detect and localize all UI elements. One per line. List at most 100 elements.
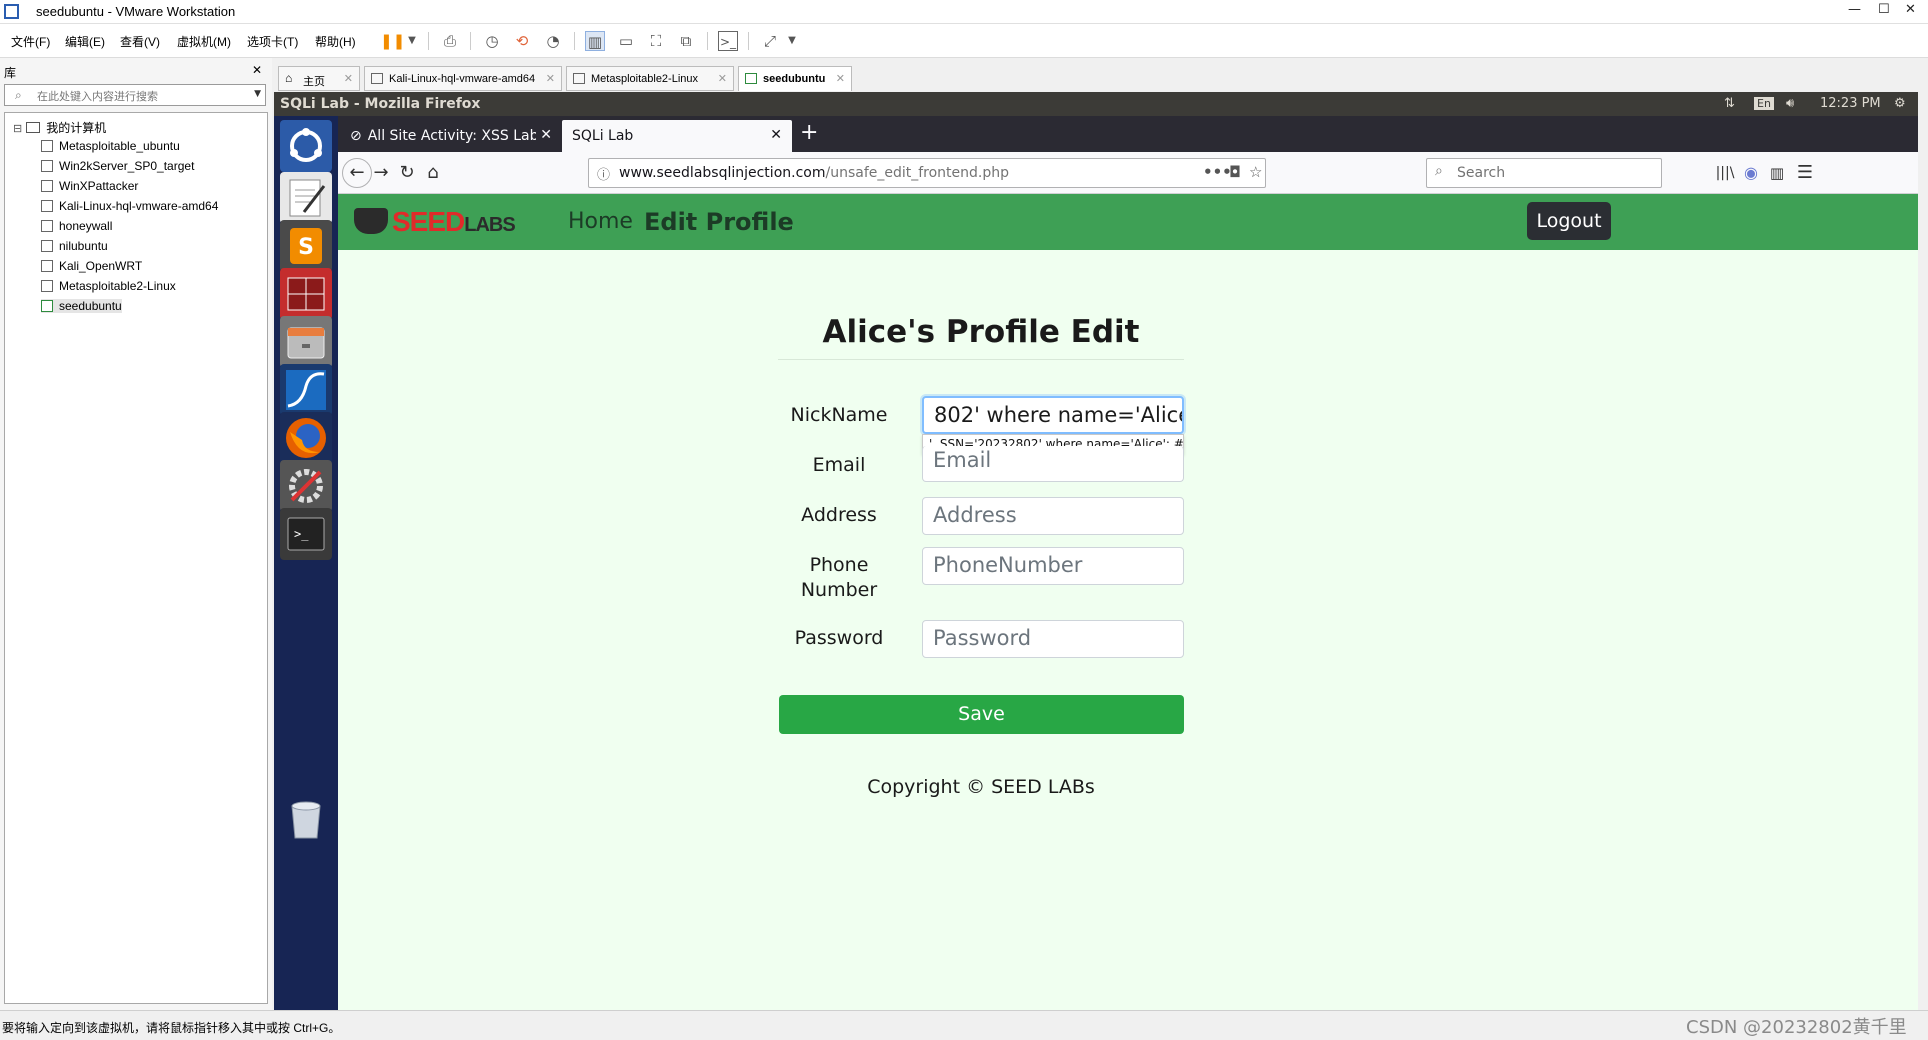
vm-item[interactable]: Kali_OpenWRT: [41, 259, 142, 273]
sublime-text-icon[interactable]: S: [280, 220, 332, 272]
extension-icon[interactable]: ◉: [1738, 160, 1764, 186]
home-icon[interactable]: ⌂: [420, 160, 446, 186]
full-screen-icon[interactable]: ⛶: [646, 31, 666, 51]
menu-vm[interactable]: 虚拟机(M): [177, 33, 231, 50]
url-bar[interactable]: ⓘ www.seedlabsqlinjection.com/unsafe_edi…: [588, 158, 1266, 188]
bookmark-star-icon[interactable]: ☆: [1249, 163, 1262, 181]
library-search-input[interactable]: ⌕ 在此处键入内容进行搜索 ▼: [4, 84, 266, 106]
seed-labs-logo[interactable]: SEEDLABS: [354, 206, 516, 238]
menu-edit[interactable]: 编辑(E): [65, 33, 105, 50]
file-manager-icon[interactable]: [280, 316, 332, 368]
new-tab-button[interactable]: +: [800, 120, 818, 145]
menu-help[interactable]: 帮助(H): [315, 33, 356, 50]
vm-item[interactable]: Kali-Linux-hql-vmware-amd64: [41, 199, 218, 213]
pause-dropdown-icon[interactable]: ▼: [402, 31, 422, 51]
library-icon[interactable]: |||\: [1712, 160, 1738, 186]
tab-sqli-lab[interactable]: SQLi Lab ✕: [562, 120, 792, 152]
home-icon: ⌂: [285, 71, 293, 85]
close-tab-icon[interactable]: ✕: [836, 72, 845, 85]
address-input[interactable]: Address: [922, 497, 1184, 535]
console-view-icon[interactable]: >_: [718, 31, 738, 51]
reload-icon[interactable]: ↻: [394, 160, 420, 186]
search-bar[interactable]: ⌕ Search: [1426, 158, 1662, 188]
nickname-input[interactable]: 802' where name='Alice'; #: [922, 396, 1184, 434]
terminal-icon[interactable]: >_: [280, 508, 332, 560]
terminator-icon[interactable]: [280, 268, 332, 320]
library-close-icon[interactable]: ✕: [252, 63, 262, 77]
close-tab-icon[interactable]: ✕: [344, 72, 353, 85]
vm-item[interactable]: Metasploitable2-Linux: [41, 279, 176, 293]
library-title: 库: [4, 66, 17, 80]
menu-tabs[interactable]: 选项卡(T): [247, 33, 298, 50]
wireshark-icon[interactable]: [280, 364, 332, 416]
forward-arrow-icon[interactable]: →: [368, 160, 394, 186]
copyright-text: Copyright © SEED LABs: [867, 776, 1095, 798]
unity-icon[interactable]: ⧉: [676, 31, 696, 51]
close-tab-icon[interactable]: ✕: [536, 127, 552, 143]
close-tab-icon[interactable]: ✕: [718, 72, 727, 85]
thumbnail-bar-icon[interactable]: ▭: [616, 31, 636, 51]
tab-seedubuntu[interactable]: seedubuntu ✕: [738, 66, 852, 91]
network-icon[interactable]: ⇅: [1724, 96, 1735, 111]
phone-input[interactable]: PhoneNumber: [922, 547, 1184, 585]
save-button[interactable]: Save: [779, 695, 1184, 734]
close-tab-icon[interactable]: ✕: [770, 127, 782, 143]
vm-item[interactable]: WinXPattacker: [41, 179, 138, 193]
tab-kali[interactable]: Kali-Linux-hql-vmware-amd64 ✕: [364, 66, 562, 91]
pause-icon[interactable]: ❚❚: [380, 31, 405, 51]
seed-shield-icon: [354, 208, 388, 234]
firefox-tab-bar: ⊘ All Site Activity: XSS Lab ✕ SQLi Lab ✕…: [338, 116, 1918, 152]
phone-label-line2: Number: [800, 579, 878, 601]
close-icon[interactable]: ✕: [1905, 2, 1916, 17]
close-tab-icon[interactable]: ✕: [546, 72, 555, 85]
email-input[interactable]: Email: [922, 446, 1184, 482]
tab-home[interactable]: ⌂ 主页 ✕: [278, 66, 360, 91]
text-editor-icon[interactable]: [280, 172, 332, 224]
sidebar-icon[interactable]: ▥: [1764, 160, 1790, 186]
ubuntu-dash-icon[interactable]: [280, 120, 332, 172]
menu-view[interactable]: 查看(V): [120, 33, 160, 50]
nav-home-link[interactable]: Home: [568, 209, 633, 234]
guest-screen[interactable]: SQLi Lab - Mozilla Firefox ⇅ En 🔊︎ 12:23…: [274, 92, 1918, 1010]
vm-item-selected[interactable]: seedubuntu: [41, 299, 122, 313]
show-library-icon[interactable]: ▥: [585, 31, 605, 51]
system-settings-icon[interactable]: [280, 460, 332, 512]
vmware-status-bar: 要将输入定向到该虚拟机，请将鼠标指针移入其中或按 Ctrl+G。 CSDN @2…: [0, 1010, 1928, 1040]
vm-item[interactable]: Win2kServer_SP0_target: [41, 159, 194, 173]
hamburger-menu-icon[interactable]: ☰: [1792, 160, 1818, 186]
send-ctrl-alt-del-icon[interactable]: ⎙: [440, 31, 460, 51]
volume-icon[interactable]: 🔊︎: [1786, 96, 1794, 111]
svg-text:>_: >_: [294, 527, 309, 541]
revert-snapshot-icon[interactable]: ⟲: [512, 31, 532, 51]
stretch-guest-icon[interactable]: ⤢: [760, 31, 780, 51]
password-input[interactable]: Password: [922, 620, 1184, 658]
stretch-dropdown-icon[interactable]: ▼: [782, 31, 802, 51]
page-title: Alice's Profile Edit: [822, 314, 1140, 350]
menu-file[interactable]: 文件(F): [11, 33, 50, 50]
collapse-icon[interactable]: ⊟: [13, 123, 22, 135]
maximize-icon[interactable]: ☐: [1878, 2, 1890, 17]
settings-gear-icon[interactable]: ⚙: [1894, 96, 1906, 111]
vm-tree: ⊟ 我的计算机 Metasploitable_ubuntu Win2kServer…: [4, 112, 268, 1004]
clock[interactable]: 12:23 PM: [1820, 96, 1881, 111]
vm-item[interactable]: Metasploitable_ubuntu: [41, 139, 180, 153]
page-actions-icon[interactable]: •••: [1203, 163, 1232, 181]
snapshot-icon[interactable]: ◷: [482, 31, 502, 51]
vm-item[interactable]: nilubuntu: [41, 239, 108, 253]
nav-edit-profile-link[interactable]: Edit Profile: [644, 208, 794, 236]
tree-root[interactable]: ⊟ 我的计算机: [13, 119, 106, 136]
trash-icon[interactable]: [280, 792, 332, 844]
tab-xss-lab[interactable]: ⊘ All Site Activity: XSS Lab ✕: [340, 120, 562, 152]
tab-metasploitable2[interactable]: Metasploitable2-Linux ✕: [566, 66, 734, 91]
ubuntu-window-title: SQLi Lab - Mozilla Firefox: [280, 96, 481, 112]
minimize-icon[interactable]: —: [1848, 2, 1861, 17]
vm-icon: [41, 180, 53, 192]
keyboard-indicator[interactable]: En: [1754, 97, 1774, 110]
snapshot-manager-icon[interactable]: ◔: [543, 31, 563, 51]
firefox-icon[interactable]: [280, 412, 332, 464]
logout-button[interactable]: Logout: [1527, 202, 1611, 240]
vm-item[interactable]: honeywall: [41, 219, 112, 233]
site-info-icon[interactable]: ⓘ: [597, 164, 610, 183]
chevron-down-icon[interactable]: ▼: [254, 89, 261, 99]
pocket-icon[interactable]: ◘: [1229, 163, 1241, 181]
